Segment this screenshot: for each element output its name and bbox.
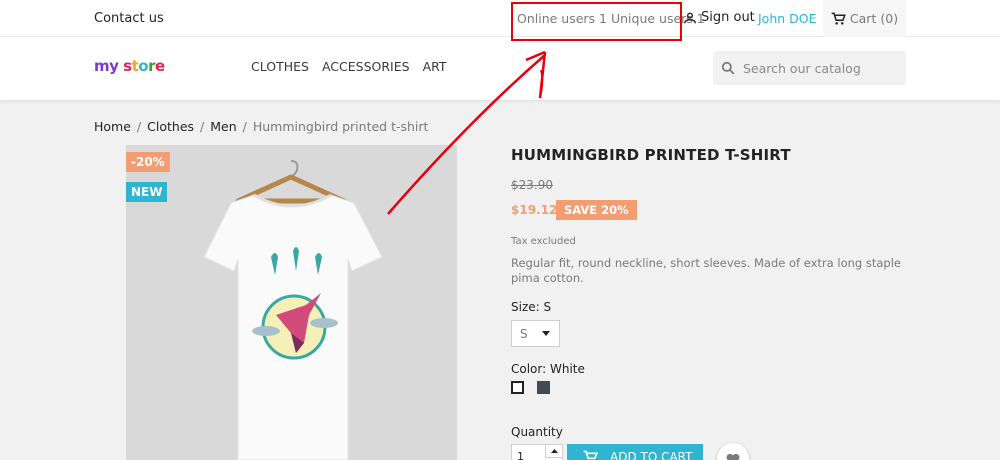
regular-price: $23.90 bbox=[511, 178, 553, 192]
logo-my: my bbox=[94, 57, 119, 75]
tax-label: Tax excluded bbox=[511, 236, 576, 247]
shopping-cart-icon bbox=[583, 450, 598, 460]
discount-flag: -20% bbox=[126, 152, 170, 172]
add-to-cart-label: ADD TO CART bbox=[610, 450, 693, 460]
breadcrumb-separator: / bbox=[200, 119, 205, 134]
shopping-cart-icon bbox=[831, 12, 846, 25]
chevron-up-icon bbox=[550, 449, 558, 453]
tshirt-illustration bbox=[126, 145, 457, 460]
cart-label: Cart bbox=[849, 11, 877, 26]
color-swatch-white[interactable] bbox=[511, 381, 524, 394]
cart-count: (0) bbox=[880, 11, 899, 26]
breadcrumb-men[interactable]: Men bbox=[210, 119, 236, 134]
breadcrumb-separator: / bbox=[242, 119, 247, 134]
nav-clothes[interactable]: CLOTHES bbox=[251, 59, 309, 74]
current-price: $19.12 bbox=[511, 203, 558, 217]
size-label: Size: S bbox=[511, 300, 552, 314]
quantity-label: Quantity bbox=[511, 425, 563, 439]
breadcrumb-clothes[interactable]: Clothes bbox=[147, 119, 194, 134]
contact-us-link[interactable]: Contact us bbox=[94, 11, 164, 26]
logo-store: store bbox=[123, 57, 165, 75]
breadcrumb-separator: / bbox=[136, 119, 142, 134]
quantity-value: 1 bbox=[517, 449, 524, 460]
main-nav: CLOTHES ACCESSORIES ART bbox=[251, 59, 447, 74]
size-value: S bbox=[520, 326, 528, 341]
sign-out-link[interactable]: Sign out bbox=[683, 10, 755, 25]
product-description: Regular fit, round neckline, short sleev… bbox=[511, 256, 901, 285]
color-swatch-grey[interactable] bbox=[537, 381, 550, 394]
cart-button[interactable]: Cart (0) bbox=[823, 0, 906, 37]
quantity-increment-button[interactable] bbox=[545, 444, 563, 458]
search-input[interactable] bbox=[743, 60, 903, 76]
account-username-link[interactable]: John DOE bbox=[758, 11, 817, 26]
breadcrumb-home[interactable]: Home bbox=[94, 119, 131, 134]
product-cover-image[interactable] bbox=[126, 145, 457, 460]
annotation-highlight-box bbox=[511, 2, 682, 41]
product-title: HUMMINGBIRD PRINTED T-SHIRT bbox=[511, 146, 791, 164]
caret-down-icon bbox=[541, 331, 550, 336]
size-select[interactable]: S bbox=[511, 320, 560, 347]
heart-icon bbox=[726, 453, 740, 460]
nav-art[interactable]: ART bbox=[423, 59, 447, 74]
user-icon bbox=[684, 12, 696, 23]
top-bar: Contact us Online users 1 Unique users 1… bbox=[0, 0, 1000, 37]
search-icon[interactable] bbox=[721, 61, 735, 75]
color-label: Color: White bbox=[511, 362, 585, 376]
main-header: my store CLOTHES ACCESSORIES ART bbox=[0, 37, 1000, 100]
save-badge: SAVE 20% bbox=[556, 200, 637, 220]
store-logo[interactable]: my store bbox=[94, 57, 165, 75]
breadcrumb: Home / Clothes / Men / Hummingbird print… bbox=[94, 119, 428, 134]
add-to-cart-button[interactable]: ADD TO CART bbox=[567, 444, 703, 460]
nav-accessories[interactable]: ACCESSORIES bbox=[322, 59, 410, 74]
wishlist-button[interactable] bbox=[717, 443, 749, 460]
sign-out-label: Sign out bbox=[701, 10, 755, 25]
search-box bbox=[713, 51, 906, 85]
breadcrumb-current: Hummingbird printed t-shirt bbox=[252, 119, 429, 134]
new-flag: NEW bbox=[126, 182, 168, 202]
